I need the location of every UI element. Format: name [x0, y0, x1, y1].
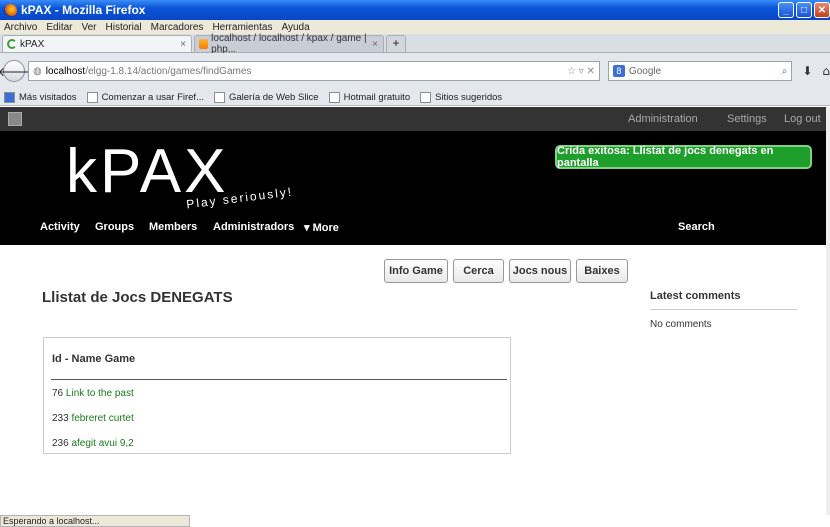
nav-search[interactable]: Search [678, 221, 715, 233]
bookmark-sitios[interactable]: Sitios sugeridos [420, 91, 503, 103]
back-button[interactable]: 🡐 [0, 60, 30, 82]
bookmark-label: Hotmail gratuito [343, 91, 411, 103]
nav-activity[interactable]: Activity [40, 221, 80, 233]
close-tab-icon[interactable]: × [180, 39, 186, 50]
jocs-nous-button[interactable]: Jocs nous [509, 259, 571, 283]
list-item[interactable]: 236 afegit avui 9,2 [52, 438, 134, 449]
bookmark-comenzar[interactable]: Comenzar a usar Firef... [86, 91, 204, 103]
bookmark-label: Comenzar a usar Firef... [101, 91, 204, 103]
nav-more[interactable]: ▾ More [304, 221, 339, 234]
download-icon[interactable]: ⬇ [802, 64, 812, 78]
menu-ayuda[interactable]: Ayuda [281, 22, 309, 33]
site-topbar: Administration Settings Log out [0, 107, 830, 131]
list-item[interactable]: 76 Link to the past [52, 388, 134, 399]
bookmark-icon [86, 91, 98, 103]
nav-groups[interactable]: Groups [95, 221, 134, 233]
divider [650, 309, 797, 310]
games-list-header: Id - Name Game [52, 353, 136, 365]
divider [51, 379, 507, 380]
menu-ver[interactable]: Ver [81, 22, 96, 33]
bookmark-icon [420, 91, 432, 103]
games-list: Id - Name Game 76 Link to the past 233 f… [43, 337, 511, 454]
tab-label: localhost / localhost / kpax / game | ph… [211, 33, 367, 55]
game-name-link[interactable]: febreret curtet [71, 413, 133, 424]
globe-icon: ◍ [33, 65, 42, 77]
close-tab-icon[interactable]: × [372, 39, 378, 50]
game-name-link[interactable]: Link to the past [66, 388, 134, 399]
success-message[interactable]: Crida exitosa: Llistat de jocs denegats … [555, 145, 812, 169]
site-header: kPAX Play seriously! Crida exitosa: Llis… [0, 131, 830, 245]
administration-link[interactable]: Administration [628, 113, 698, 125]
game-id: 233 [52, 413, 69, 424]
close-button[interactable]: ✕ [814, 2, 830, 18]
bookmark-label: Sitios sugeridos [435, 91, 503, 103]
url-bar[interactable]: ◍ localhost/elgg-1.8.14/action/games/fin… [28, 61, 600, 81]
bookmark-label: Más visitados [19, 91, 77, 103]
tab-bar: kPAX × localhost / localhost / kpax / ga… [0, 33, 830, 55]
page-title: Llistat de Jocs DENEGATS [42, 289, 233, 306]
bookmark-web-slice[interactable]: Galería de Web Slice [213, 91, 319, 103]
phpmyadmin-icon [199, 39, 209, 49]
no-comments-text: No comments [650, 319, 712, 330]
search-bar[interactable]: 8 Google ⌕ [607, 61, 793, 81]
bookmark-mas-visitados[interactable]: Más visitados [4, 91, 77, 103]
tab-kpax[interactable]: kPAX × [2, 35, 192, 52]
bookmark-icon [4, 91, 15, 103]
bookmarks-bar: Más visitados Comenzar a usar Firef... G… [0, 89, 830, 106]
baixes-button[interactable]: Baixes [576, 259, 628, 283]
latest-comments-title: Latest comments [650, 290, 741, 302]
tab-phpmyadmin[interactable]: localhost / localhost / kpax / game | ph… [194, 33, 384, 55]
scrollbar[interactable] [826, 107, 830, 515]
window-title: kPAX - Mozilla Firefox [21, 3, 146, 17]
cerca-button[interactable]: Cerca [453, 259, 504, 283]
status-bar: Esperando a localhost... [0, 515, 190, 527]
bookmark-hotmail[interactable]: Hotmail gratuito [328, 91, 411, 103]
game-id: 76 [52, 388, 64, 399]
user-avatar-icon[interactable] [8, 112, 22, 126]
bookmark-icon [328, 91, 340, 103]
maximize-button[interactable]: □ [796, 2, 812, 18]
game-id: 236 [52, 438, 69, 449]
search-icon[interactable]: ⌕ [782, 66, 788, 77]
window-titlebar: kPAX - Mozilla Firefox _ □ ✕ [0, 0, 830, 20]
firefox-icon [4, 3, 17, 17]
url-actions: ☆ ▿ ✕ [567, 65, 595, 77]
bookmark-icon [213, 91, 225, 103]
game-name-link[interactable]: afegit avui 9,2 [71, 438, 133, 449]
logout-link[interactable]: Log out [784, 113, 821, 125]
url-host: localhost [45, 65, 86, 77]
minimize-button[interactable]: _ [778, 2, 794, 18]
nav-members[interactable]: Members [149, 221, 197, 233]
info-game-button[interactable]: Info Game [384, 259, 448, 283]
search-placeholder: Google [628, 65, 662, 77]
navigation-bar: 🡐 ◍ localhost/elgg-1.8.14/action/games/f… [0, 53, 830, 89]
home-icon[interactable]: ⌂ [822, 64, 830, 78]
menu-historial[interactable]: Historial [106, 22, 142, 33]
menu-archivo[interactable]: Archivo [4, 22, 37, 33]
menu-herramientas[interactable]: Herramientas [212, 22, 272, 33]
new-tab-button[interactable]: + [386, 35, 406, 52]
bookmark-label: Galería de Web Slice [228, 91, 319, 103]
window-controls: _ □ ✕ [778, 2, 830, 18]
tab-label: kPAX [20, 38, 45, 50]
settings-link[interactable]: Settings [727, 113, 767, 125]
main-nav: Activity Groups Members Administradors ▾… [0, 221, 830, 237]
url-path: /elgg-1.8.14/action/games/findGames [85, 65, 252, 77]
google-icon: 8 [612, 65, 625, 77]
menu-bar: Archivo Editar Ver Historial Marcadores … [0, 20, 830, 34]
menu-editar[interactable]: Editar [46, 22, 72, 33]
nav-administradors[interactable]: Administradors [213, 221, 294, 233]
list-item[interactable]: 233 febreret curtet [52, 413, 134, 424]
menu-marcadores[interactable]: Marcadores [151, 22, 204, 33]
loading-spinner-icon [7, 39, 17, 49]
